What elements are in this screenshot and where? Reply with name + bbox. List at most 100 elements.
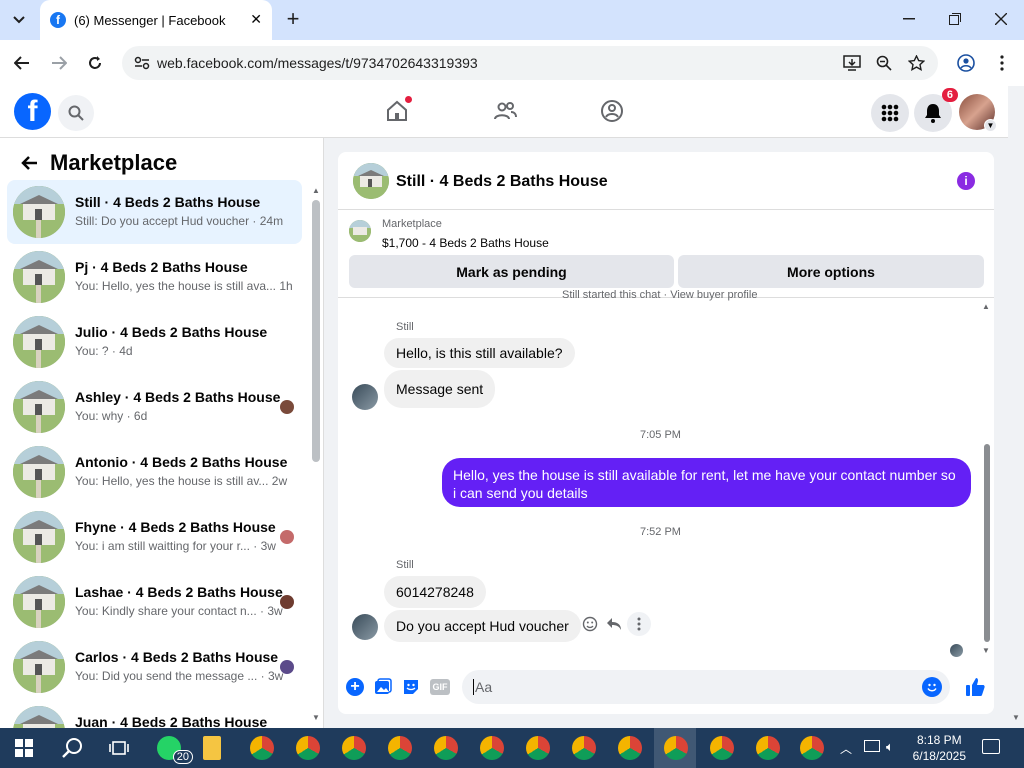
close-tab-icon[interactable]: ✕ <box>250 11 262 28</box>
facebook-logo[interactable]: f <box>14 93 51 130</box>
chrome-taskbar-icon[interactable] <box>342 736 366 760</box>
chat-title[interactable]: Still · 4 Beds 2 Baths House <box>396 173 608 191</box>
sender-avatar[interactable] <box>352 384 378 410</box>
site-info-icon[interactable] <box>134 56 150 73</box>
incoming-message[interactable]: 6014278248 <box>384 576 486 608</box>
like-send-button[interactable] <box>964 676 986 698</box>
chat-info-button[interactable]: i <box>957 172 975 190</box>
minimize-button[interactable] <box>898 8 920 30</box>
message-more-button[interactable] <box>627 612 651 636</box>
conversation-item[interactable]: Fhyne · 4 Beds 2 Baths House You: i am st… <box>7 505 302 569</box>
search-button[interactable] <box>58 95 94 131</box>
sender-avatar[interactable] <box>352 614 378 640</box>
grid-menu-icon <box>881 104 899 122</box>
forward-button[interactable] <box>47 52 71 74</box>
account-chevron-icon: ▼ <box>984 119 997 132</box>
scroll-up-arrow[interactable]: ▲ <box>312 186 320 195</box>
menu-button[interactable] <box>871 94 909 132</box>
groups-nav[interactable] <box>599 98 625 124</box>
conversation-item[interactable]: Pj · 4 Beds 2 Baths House You: Hello, yes… <box>7 245 302 309</box>
browser-tab-strip: f (6) Messenger | Facebook ✕ + <box>0 0 1024 40</box>
whatsapp-taskbar-icon[interactable]: 20 <box>157 736 193 764</box>
chrome-taskbar-icon[interactable] <box>526 736 550 760</box>
chrome-taskbar-icon[interactable] <box>618 736 642 760</box>
chat-scroll-up-arrow[interactable]: ▲ <box>982 302 990 311</box>
sticker-button[interactable] <box>402 678 420 696</box>
conversation-item[interactable]: Ashley · 4 Beds 2 Baths House You: why · … <box>7 375 302 439</box>
back-to-chats-button[interactable] <box>18 153 40 173</box>
conversation-snippet: You: Kindly share your contact n... · 3w <box>75 604 283 618</box>
incoming-message[interactable]: Message sent <box>384 370 496 408</box>
conversation-item[interactable]: Still · 4 Beds 2 Baths House Still: Do yo… <box>7 180 302 244</box>
conversation-name: Lashae · 4 Beds 2 Baths House <box>75 584 283 600</box>
active-tab[interactable]: f (6) Messenger | Facebook ✕ <box>40 0 272 40</box>
start-button[interactable] <box>14 738 34 758</box>
new-tab-button[interactable]: + <box>282 6 304 31</box>
chrome-taskbar-icon[interactable] <box>756 736 780 760</box>
scroll-down-arrow[interactable]: ▼ <box>312 713 320 722</box>
tab-search-button[interactable] <box>8 10 30 30</box>
clock[interactable]: 8:18 PM 6/18/2025 <box>913 732 966 764</box>
listing-thumbnail[interactable] <box>349 220 371 242</box>
network-icon[interactable] <box>864 740 880 752</box>
notifications-button[interactable]: 6 <box>914 88 958 132</box>
profile-icon[interactable] <box>956 53 976 73</box>
conversation-item[interactable]: Lashae · 4 Beds 2 Baths House You: Kindly… <box>7 570 302 634</box>
back-button[interactable] <box>10 52 34 74</box>
task-view-button[interactable] <box>108 737 130 759</box>
incoming-message[interactable]: Do you accept Hud voucher <box>384 610 581 642</box>
more-options-button[interactable]: More options <box>678 255 984 288</box>
seen-avatar <box>280 660 294 674</box>
bookmark-star-icon[interactable] <box>906 53 926 73</box>
seen-avatar <box>280 530 294 544</box>
message-input[interactable]: Aa <box>462 670 950 704</box>
volume-icon[interactable]: 🔈︎ <box>886 739 894 755</box>
friends-icon <box>494 102 517 120</box>
conversation-item[interactable]: Julio · 4 Beds 2 Baths House You: ? · 4d <box>7 310 302 374</box>
chrome-taskbar-icon[interactable] <box>250 736 274 760</box>
attach-photo-button[interactable] <box>374 678 392 696</box>
browser-menu-icon[interactable] <box>992 53 1012 73</box>
chrome-taskbar-icon-active[interactable] <box>664 736 688 760</box>
chrome-taskbar-icon[interactable] <box>710 736 734 760</box>
list-scrollbar[interactable] <box>312 200 320 462</box>
chat-scroll-down-arrow[interactable]: ▼ <box>982 646 990 655</box>
account-avatar[interactable]: ▼ <box>959 94 997 132</box>
notification-center-icon[interactable] <box>982 739 1000 754</box>
zoom-icon[interactable] <box>874 53 894 73</box>
conversation-snippet: You: Did you send the message ... · 3w <box>75 669 284 683</box>
thumbs-up-icon <box>966 678 985 696</box>
file-explorer-taskbar-icon[interactable] <box>203 736 221 760</box>
tray-overflow-icon[interactable]: ︿ <box>840 740 852 757</box>
gif-button[interactable]: GIF <box>430 679 450 695</box>
page-scroll-down-arrow[interactable]: ▼ <box>1012 713 1020 722</box>
more-actions-button[interactable]: + <box>346 678 364 696</box>
incoming-message[interactable]: Hello, is this still available? <box>384 338 575 368</box>
taskbar-search-button[interactable] <box>61 736 85 760</box>
listing-title[interactable]: $1,700 - 4 Beds 2 Baths House <box>382 236 549 250</box>
groups-icon <box>601 100 623 122</box>
home-nav[interactable] <box>384 96 412 124</box>
chrome-taskbar-icon[interactable] <box>434 736 458 760</box>
chrome-taskbar-icon[interactable] <box>296 736 320 760</box>
react-button[interactable] <box>581 615 599 633</box>
emoji-button[interactable] <box>922 677 942 697</box>
friends-nav[interactable] <box>492 98 518 124</box>
chrome-taskbar-icon[interactable] <box>480 736 504 760</box>
outgoing-message[interactable]: Hello, yes the house is still available … <box>442 458 971 507</box>
conversation-item[interactable]: Antonio · 4 Beds 2 Baths House You: Hello… <box>7 440 302 504</box>
reply-button[interactable] <box>605 615 623 633</box>
chrome-taskbar-icon[interactable] <box>800 736 824 760</box>
reload-button[interactable] <box>83 52 107 74</box>
mark-as-pending-button[interactable]: Mark as pending <box>349 255 674 288</box>
address-bar[interactable]: web.facebook.com/messages/t/973470264331… <box>122 46 938 80</box>
close-window-button[interactable] <box>990 8 1012 30</box>
url-text: web.facebook.com/messages/t/973470264331… <box>157 55 478 71</box>
chat-scrollbar[interactable] <box>984 444 990 642</box>
restore-button[interactable] <box>944 8 966 30</box>
conversation-item[interactable]: Carlos · 4 Beds 2 Baths House You: Did yo… <box>7 635 302 699</box>
chrome-taskbar-icon[interactable] <box>572 736 596 760</box>
install-app-icon[interactable] <box>842 53 862 73</box>
chat-listing-thumbnail[interactable] <box>353 163 389 199</box>
chrome-taskbar-icon[interactable] <box>388 736 412 760</box>
